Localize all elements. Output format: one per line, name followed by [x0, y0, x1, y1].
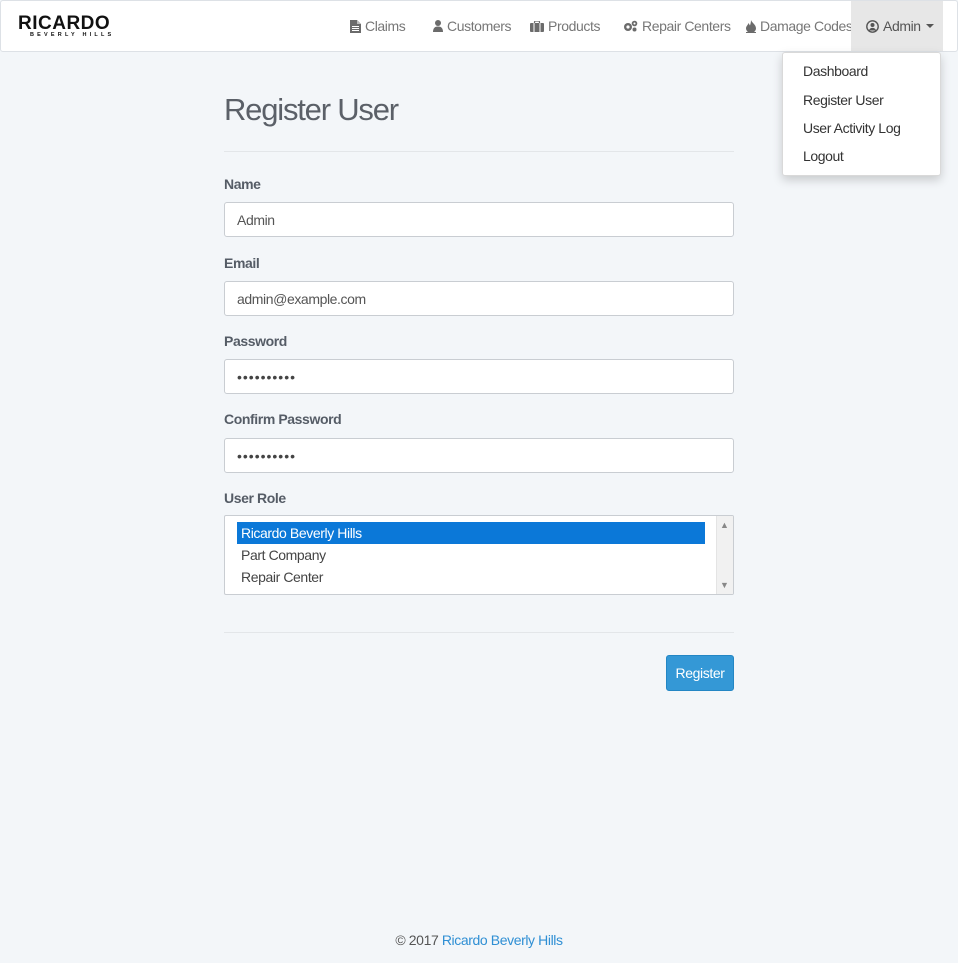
footer: © 2017 Ricardo Beverly Hills	[0, 932, 958, 948]
footer-copyright: © 2017	[395, 932, 439, 948]
email-field[interactable]	[224, 281, 734, 316]
role-option[interactable]: Repair Center	[237, 566, 705, 588]
caret-down-icon	[925, 24, 934, 28]
password-field[interactable]	[224, 359, 734, 394]
brand-logo[interactable]: RICARDO BEVERLY HILLS	[18, 14, 124, 40]
role-option[interactable]: Ricardo Beverly Hills	[237, 522, 705, 544]
confirm-password-label: Confirm Password	[224, 411, 342, 427]
name-field[interactable]	[224, 202, 734, 237]
user-circle-icon	[866, 19, 879, 33]
register-button[interactable]: Register	[666, 655, 734, 691]
nav-claims[interactable]: Claims	[350, 1, 406, 51]
menu-item-logout[interactable]: Logout	[803, 148, 844, 164]
name-label: Name	[224, 176, 261, 192]
gears-icon	[623, 20, 638, 32]
form-divider	[224, 632, 734, 633]
menu-item-register-user[interactable]: Register User	[803, 92, 884, 108]
fire-icon	[746, 19, 756, 33]
page-title: Register User	[224, 92, 399, 127]
menu-item-activity-log[interactable]: User Activity Log	[803, 120, 901, 136]
role-option[interactable]: Part Company	[237, 544, 705, 566]
brand-subtitle: BEVERLY HILLS	[30, 32, 115, 38]
file-icon	[350, 19, 361, 33]
confirm-password-field[interactable]	[224, 438, 734, 473]
navbar: RICARDO BEVERLY HILLS Claims Customers P…	[0, 0, 958, 52]
nav-repair-centers[interactable]: Repair Centers	[623, 1, 731, 51]
select-scrollbar[interactable]: ▲ ▼	[716, 516, 733, 594]
nav-customers-label: Customers	[447, 18, 512, 34]
user-dropdown-menu: Dashboard Register User User Activity Lo…	[782, 52, 941, 176]
nav-repair-centers-label: Repair Centers	[642, 18, 731, 34]
scroll-down-icon[interactable]: ▼	[720, 580, 729, 590]
nav-products-label: Products	[548, 18, 601, 34]
user-role-label: User Role	[224, 490, 286, 506]
nav-user-menu[interactable]: Admin	[851, 1, 943, 51]
nav-damage-codes-label: Damage Codes	[760, 18, 853, 34]
scroll-up-icon[interactable]: ▲	[720, 520, 729, 530]
user-icon	[433, 20, 443, 32]
nav-damage-codes[interactable]: Damage Codes	[746, 1, 853, 51]
title-divider	[224, 151, 734, 152]
footer-company-link[interactable]: Ricardo Beverly Hills	[442, 932, 563, 948]
password-label: Password	[224, 333, 287, 349]
nav-claims-label: Claims	[365, 18, 406, 34]
nav-products[interactable]: Products	[530, 1, 600, 51]
nav-user-label: Admin	[883, 18, 921, 34]
nav-customers[interactable]: Customers	[433, 1, 511, 51]
email-label: Email	[224, 255, 260, 271]
menu-item-dashboard[interactable]: Dashboard	[803, 63, 868, 79]
briefcase-icon	[530, 19, 544, 32]
user-role-select[interactable]: Ricardo Beverly Hills Part Company Repai…	[224, 515, 734, 595]
